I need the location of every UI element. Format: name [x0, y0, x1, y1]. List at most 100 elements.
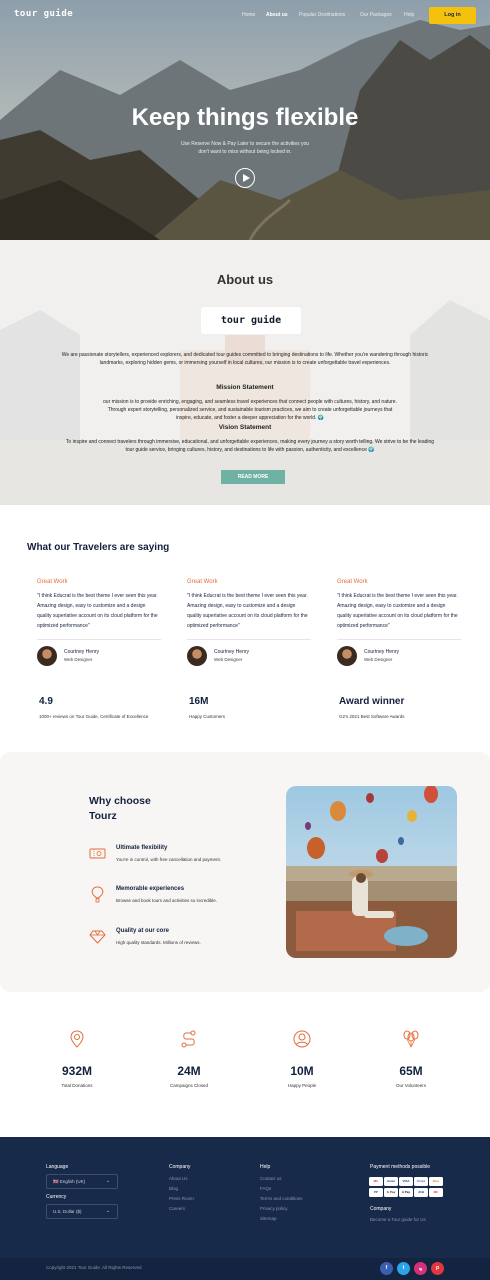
- ticket-icon: [89, 848, 106, 859]
- instagram-icon[interactable]: ig: [414, 1262, 427, 1275]
- pinterest-icon[interactable]: p: [431, 1262, 444, 1275]
- play-icon[interactable]: [235, 168, 255, 188]
- testimonials-title: What our Travelers are saying: [27, 542, 170, 553]
- chevron-down-icon: ⌄: [105, 1208, 110, 1214]
- footer-link-faqs[interactable]: FAQs: [260, 1186, 271, 1191]
- amex-icon: Amex: [384, 1177, 398, 1186]
- location-pin-icon: [70, 1030, 84, 1048]
- counter-value: 65M: [399, 1064, 423, 1078]
- language-value: 🇬🇧 English (UK): [53, 1179, 86, 1184]
- testimonial-quote: "I think Educrat is the best theme I eve…: [37, 593, 158, 629]
- counter-label: Our Volunteers: [395, 1083, 427, 1088]
- testimonial-card: Great Work "I think Educrat is the best …: [37, 579, 161, 666]
- route-icon: [181, 1030, 196, 1048]
- footer-link-sitemap[interactable]: Sitemap: [260, 1216, 277, 1221]
- counter-campaigns: 24M Campaigns Closed: [139, 1030, 239, 1088]
- why-item-heading: Ultimate flexibility: [116, 845, 168, 851]
- avatar: [187, 646, 207, 666]
- read-more-button[interactable]: READ MORE: [221, 470, 285, 484]
- counter-label: Campaigns Closed: [169, 1083, 209, 1088]
- testimonial-role: Web Designer: [214, 657, 243, 662]
- login-button[interactable]: Log in: [429, 7, 476, 24]
- stat-value: 4.9: [39, 696, 53, 707]
- diamond-icon: [89, 930, 106, 944]
- hero-title: Keep things flexible: [131, 104, 359, 131]
- facebook-icon[interactable]: f: [380, 1262, 393, 1275]
- counter-donations: 932M Total Donations: [27, 1030, 127, 1088]
- testimonial-name: Courtney Henry: [364, 649, 400, 655]
- testimonial-heading: Great Work: [37, 579, 68, 585]
- hero-subtitle: Use Reserve Now & Pay Later to secure th…: [180, 141, 310, 155]
- chevron-down-icon: ⌄: [105, 1178, 110, 1184]
- google-pay-icon: G Pay: [384, 1188, 398, 1197]
- why-item-text: You're in control, with free cancellatio…: [116, 857, 222, 862]
- currency-label: Currency: [46, 1194, 67, 1200]
- counter-label: Total Donations: [61, 1083, 93, 1088]
- language-label: Language: [46, 1164, 69, 1170]
- testimonial-quote: "I think Educrat is the best theme I eve…: [187, 593, 308, 629]
- about-title: About us: [216, 272, 274, 287]
- testimonial-card: Great Work "I think Educrat is the best …: [187, 579, 311, 666]
- divider: [187, 639, 311, 640]
- divider: [37, 639, 161, 640]
- testimonial-card: Great Work "I think Educrat is the best …: [337, 579, 461, 666]
- about-intro: We are passionate storytellers, experien…: [61, 352, 429, 366]
- mission-text: our mission is to provide enriching, eng…: [103, 399, 397, 421]
- testimonial-name: Courtney Henry: [64, 649, 100, 655]
- counter-label: Happy People: [287, 1083, 317, 1088]
- language-select[interactable]: 🇬🇧 English (UK) ⌄: [46, 1174, 118, 1189]
- paypal-icon: PP: [369, 1188, 383, 1197]
- testimonial-quote: "I think Educrat is the best theme I eve…: [337, 593, 458, 629]
- copyright: Copyright 2021 Tour Guide. All Rights Re…: [46, 1265, 142, 1270]
- footer-help-title: Help: [260, 1164, 271, 1170]
- avatar: [337, 646, 357, 666]
- stat-label: G2's 2021 Best Software Awards: [339, 714, 405, 719]
- counter-value: 24M: [177, 1064, 201, 1078]
- vision-title: Vision Statement: [218, 424, 272, 431]
- stat-value: Award winner: [339, 696, 405, 707]
- nav-link-about-us[interactable]: About us: [266, 12, 288, 18]
- footer-link-privacy[interactable]: Privacy policy: [260, 1206, 288, 1211]
- footer-link-blog[interactable]: Blog: [169, 1186, 178, 1191]
- about-logo: tour guide: [201, 307, 301, 334]
- balloons-icon: [403, 1030, 419, 1048]
- stripe-icon: Stripe: [414, 1177, 428, 1186]
- stat-label: 1000+ reviews on Tour Guide, Certificate…: [39, 714, 149, 719]
- visa-icon: VISA: [399, 1177, 413, 1186]
- testimonial-heading: Great Work: [187, 579, 218, 585]
- testimonial-name: Courtney Henry: [214, 649, 250, 655]
- nav-link-popular-destinations[interactable]: Popular Destinations: [299, 12, 345, 18]
- site-logo[interactable]: tour guide: [14, 9, 73, 19]
- user-icon: [293, 1030, 311, 1048]
- nav-link-help[interactable]: Help: [404, 12, 414, 18]
- footer-link-terms[interactable]: Terms and conditions: [260, 1196, 303, 1201]
- footer-link-about[interactable]: About Us: [169, 1176, 188, 1181]
- nav-link-our-packages[interactable]: Our Packages: [360, 12, 392, 18]
- twitter-icon[interactable]: t: [397, 1262, 410, 1275]
- payment-title: Payment methods possible: [370, 1164, 431, 1170]
- why-item-text: Browse and book tours and activities so …: [116, 898, 218, 903]
- footer-link-contact[interactable]: Contact us: [260, 1176, 282, 1181]
- hero-section: tour guide Home About us Popular Destina…: [0, 0, 490, 240]
- testimonial-role: Web Designer: [64, 657, 93, 662]
- why-item-text: High quality standards. Millions of revi…: [116, 940, 201, 945]
- counter-people: 10M Happy People: [252, 1030, 352, 1088]
- mastercard-icon: MC: [369, 1177, 383, 1186]
- hot-air-balloon-icon: [91, 886, 104, 903]
- stat-customers: 16M Happy Customers: [189, 696, 225, 719]
- footer-link-careers[interactable]: Careers: [169, 1206, 185, 1211]
- nav-link-home[interactable]: Home: [242, 12, 255, 18]
- counter-volunteers: 65M Our Volunteers: [361, 1030, 461, 1088]
- currency-select[interactable]: U.S. Dollar ($) ⌄: [46, 1204, 118, 1219]
- footer-link-press[interactable]: Press Room: [169, 1196, 194, 1201]
- jcb-icon: JCB: [414, 1188, 428, 1197]
- mastercard-icon: MC: [429, 1188, 443, 1197]
- counter-value: 932M: [61, 1064, 93, 1078]
- apple-pay-icon: A Pay: [399, 1188, 413, 1197]
- why-choose-section: Why choose Tourz Ultimate flexibility Yo…: [0, 752, 490, 992]
- footer-company-title: Company: [169, 1164, 191, 1170]
- become-guide-link[interactable]: Become a Tour guide for Us: [370, 1217, 426, 1222]
- discover-icon: Disc: [429, 1177, 443, 1186]
- divider: [337, 639, 461, 640]
- testimonial-heading: Great Work: [337, 579, 368, 585]
